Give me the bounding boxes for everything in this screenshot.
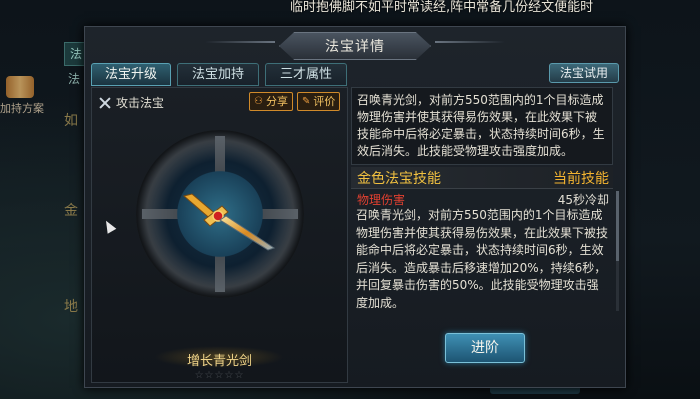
treasure-try-button[interactable]: 法宝试用 xyxy=(549,63,619,83)
share-button[interactable]: ⚇ 分享 xyxy=(249,92,293,111)
announcement-ticker: 临时抱佛脚不如平时常读经,阵中常备几份经文便能时 xyxy=(290,0,594,15)
treasure-name: 增长青光剑 xyxy=(186,354,252,369)
treasure-wheel xyxy=(136,130,304,298)
scrollbar[interactable] xyxy=(616,191,619,311)
scroll-thumb[interactable] xyxy=(616,191,619,261)
tab-treasure-upgrade[interactable]: 法宝升级 xyxy=(91,63,171,86)
scroll-icon xyxy=(6,76,34,98)
treasure-preview-panel: 攻击法宝 ⚇ 分享 ✎ 评价 增长青光剑 ☆☆☆☆☆ xyxy=(91,87,348,383)
dialog-title: 法宝详情 xyxy=(325,39,385,55)
dialog-title-bar: 法宝详情 xyxy=(85,27,625,61)
skill-stats-row: 物理伤害 45秒冷却 xyxy=(351,191,613,208)
star-rating: ☆☆☆☆☆ xyxy=(194,370,245,381)
background-scheme-label: 加持方案 xyxy=(0,102,44,115)
rate-label: 评价 xyxy=(313,95,336,108)
title-ornament-left xyxy=(205,41,275,43)
background-text: 法 xyxy=(68,72,81,86)
damage-type: 物理伤害 xyxy=(357,193,406,207)
tab-treasure-enhance[interactable]: 法宝加持 xyxy=(177,63,259,86)
rate-button[interactable]: ✎ 评价 xyxy=(297,92,341,111)
gold-skill-header: 金色法宝技能 当前技能 xyxy=(351,167,613,189)
background-char-1: 如 xyxy=(64,113,78,129)
share-icon: ⚇ xyxy=(254,96,263,107)
crossed-swords-icon xyxy=(98,96,112,110)
treasure-info-panel: 召唤青光剑，对前方550范围内的1个目标造成物理伤害并使其获得易伤效果，在此效果… xyxy=(351,87,619,381)
tab-three-talent[interactable]: 三才属性 xyxy=(265,63,347,86)
current-skill-label: 当前技能 xyxy=(553,170,609,187)
edit-icon: ✎ xyxy=(302,96,311,107)
share-label: 分享 xyxy=(265,95,288,108)
title-plate: 法宝详情 xyxy=(279,32,431,60)
background-char-2: 金 xyxy=(64,203,78,219)
gold-skill-title: 金色法宝技能 xyxy=(357,170,441,187)
advance-button[interactable]: 进阶 xyxy=(445,333,525,363)
cooldown-text: 45秒冷却 xyxy=(557,193,609,207)
treasure-detail-dialog: 法宝详情 法宝升级 法宝加持 三才属性 法宝试用 攻击法宝 ⚇ 分享 ✎ 评价 xyxy=(84,26,626,388)
base-skill-description: 召唤青光剑，对前方550范围内的1个目标造成物理伤害并使其获得易伤效果，在此效果… xyxy=(351,87,613,165)
sword-icon xyxy=(182,193,276,251)
skill-type-label: 攻击法宝 xyxy=(116,96,165,110)
skill-type-row: 攻击法宝 xyxy=(98,94,164,111)
title-ornament-right xyxy=(435,41,505,43)
gold-skill-description: 召唤青光剑，对前方550范围内的1个目标造成物理伤害并使其获得易伤效果，在此效果… xyxy=(356,208,609,310)
background-char-3: 地 xyxy=(64,299,78,315)
